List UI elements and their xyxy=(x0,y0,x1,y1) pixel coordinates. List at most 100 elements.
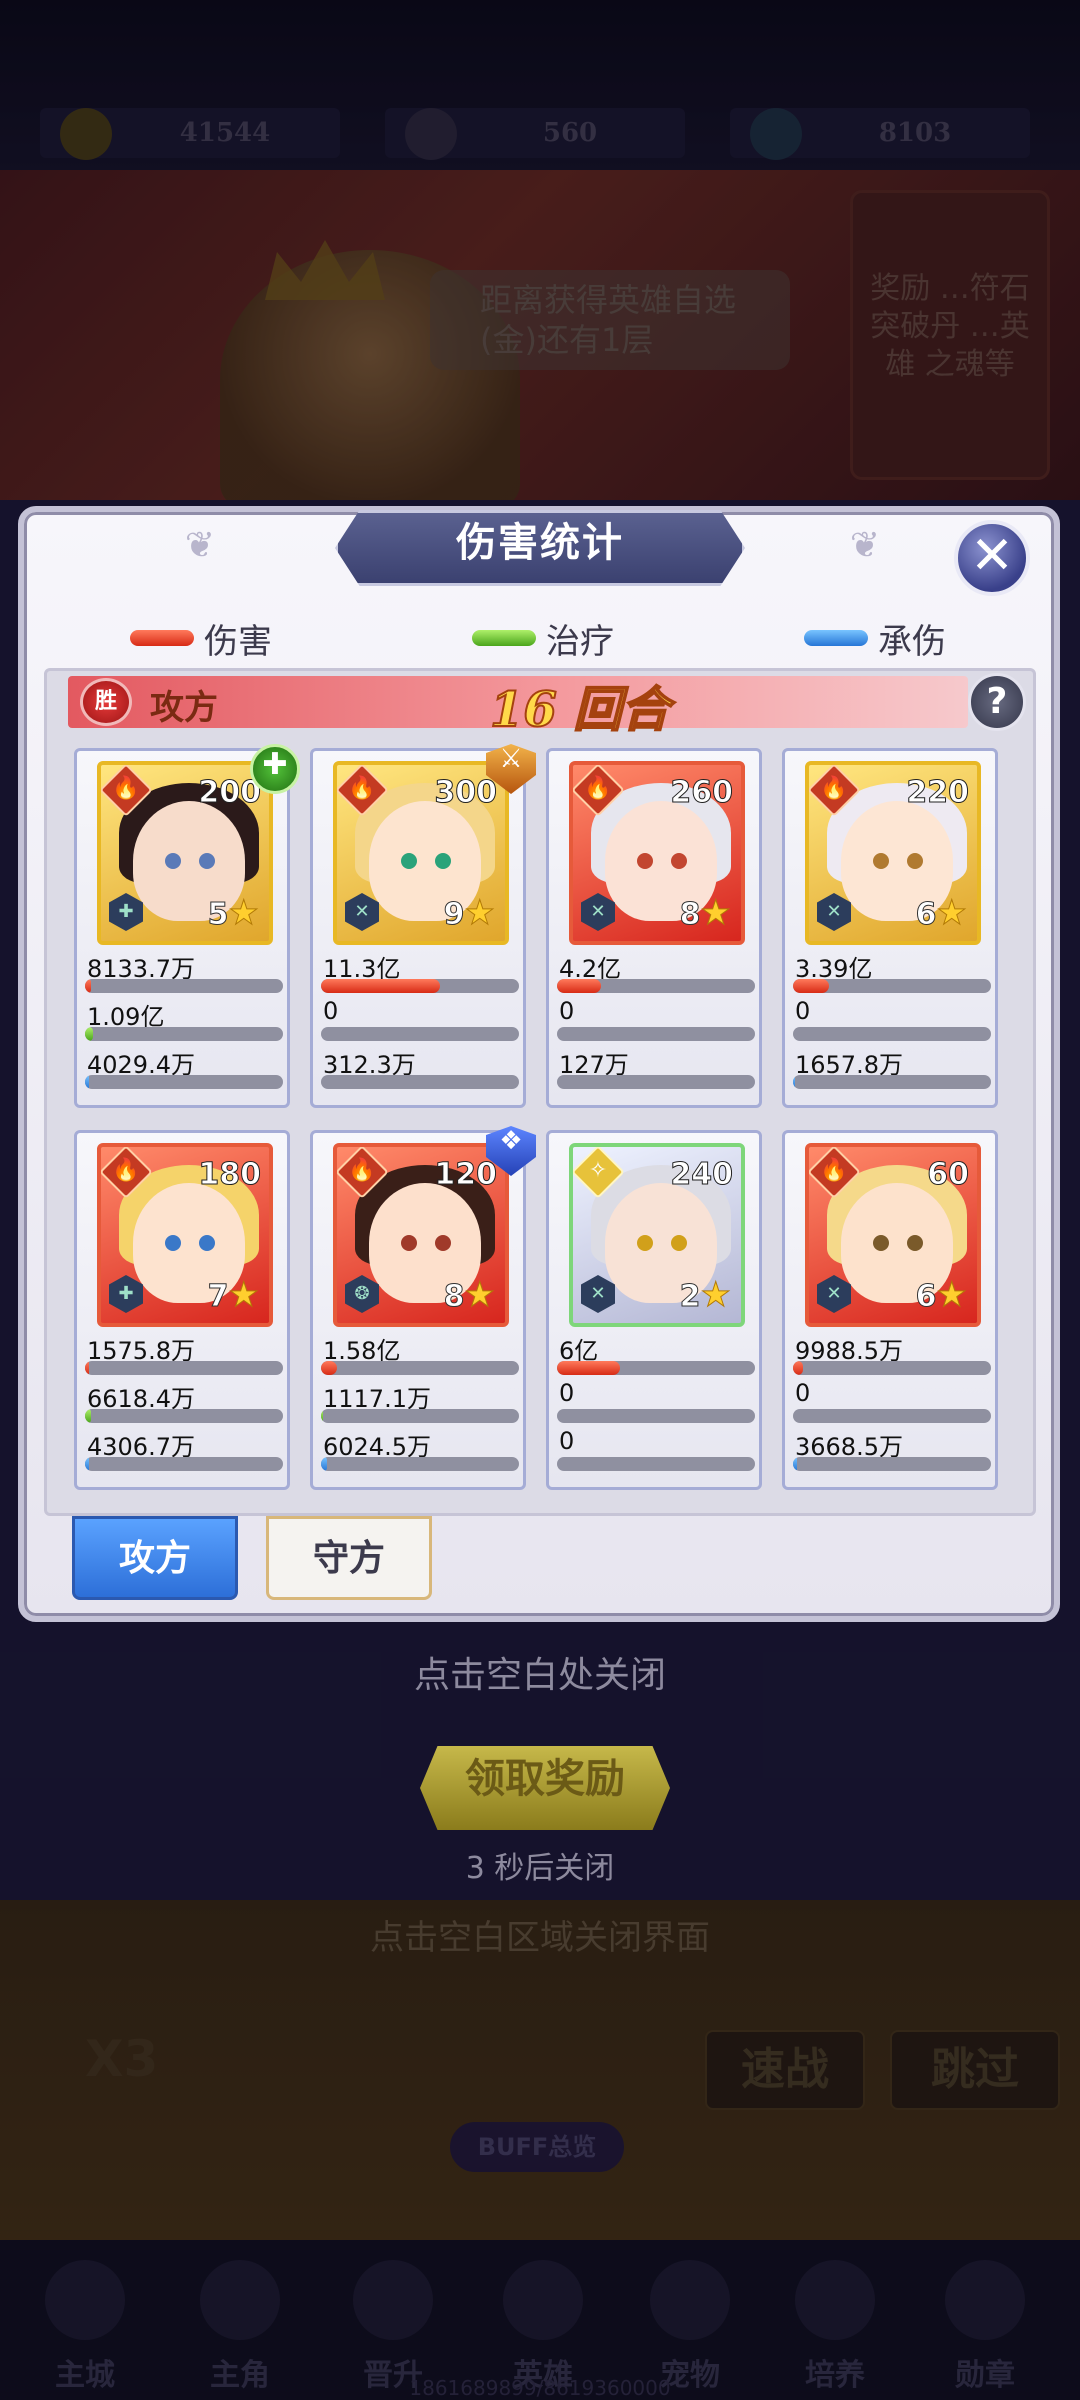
hero-level: 220 xyxy=(906,775,970,811)
tank-value: 0 xyxy=(559,1427,575,1455)
hero-role-icon: ✚ xyxy=(109,893,143,931)
tank-bar-fill xyxy=(321,1457,327,1471)
tank-bar-fill xyxy=(85,1457,89,1471)
hero-eye xyxy=(637,1235,653,1251)
hero-eye xyxy=(637,853,653,869)
hero-eye xyxy=(199,853,215,869)
tank-bar-fill xyxy=(793,1075,795,1089)
hero-card[interactable]: 🔥 300 ✕ 9★ 11.3亿 0 312.3万 xyxy=(310,748,526,1108)
hero-eye xyxy=(401,1235,417,1251)
heal-bar xyxy=(557,1409,755,1423)
hero-role-icon: ✕ xyxy=(581,893,615,931)
team-name: 攻方 xyxy=(150,688,218,728)
damage-bar-fill xyxy=(557,979,601,993)
claim-reward-button[interactable]: 领取奖励 xyxy=(420,1746,670,1830)
star-icon: ★ xyxy=(700,893,732,934)
tank-bar xyxy=(321,1457,519,1471)
element-symbol-icon: 🔥 xyxy=(820,776,848,801)
hero-card[interactable]: 🔥 180 ✚ 7★ 1575.8万 6618.4万 4306.7万 xyxy=(74,1130,290,1490)
tab-defender[interactable]: 守方 xyxy=(266,1516,432,1600)
damage-bar xyxy=(557,979,755,993)
help-button[interactable]: ? xyxy=(968,673,1026,731)
hero-eye xyxy=(165,1235,181,1251)
legend-tank: 承伤 xyxy=(804,615,946,662)
hero-eye xyxy=(907,853,923,869)
hero-eye xyxy=(671,853,687,869)
legend-heal: 治疗 xyxy=(472,615,614,662)
close-hint: 点击空白处关闭 xyxy=(413,1655,666,1696)
hero-card[interactable]: ✧ 240 ✕ 2★ 6亿 0 0 xyxy=(546,1130,762,1490)
hero-stars: 8★ xyxy=(679,893,732,934)
star-count: 2 xyxy=(679,1279,701,1315)
star-count: 7 xyxy=(207,1279,229,1315)
hero-eye xyxy=(907,1235,923,1251)
hero-role-icon: ✕ xyxy=(345,893,379,931)
tank-bar xyxy=(557,1457,755,1471)
hero-eye xyxy=(435,853,451,869)
hero-level: 300 xyxy=(434,775,498,811)
hero-level: 260 xyxy=(670,775,734,811)
star-icon: ★ xyxy=(228,893,260,934)
damage-bar-fill xyxy=(793,1361,803,1375)
hero-level: 200 xyxy=(198,775,262,811)
hero-portrait: 🔥 260 ✕ 8★ xyxy=(569,761,745,945)
star-count: 6 xyxy=(915,1279,937,1315)
heal-value: 0 xyxy=(559,997,575,1025)
close-button[interactable]: ✕ xyxy=(954,520,1030,596)
hero-card[interactable]: 🔥 60 ✕ 6★ 9988.5万 0 3668.5万 xyxy=(782,1130,998,1490)
star-icon: ★ xyxy=(700,1275,732,1316)
damage-bar-fill xyxy=(557,1361,621,1375)
star-icon: ★ xyxy=(936,893,968,934)
victory-badge: 胜 xyxy=(80,678,132,726)
tank-bar xyxy=(793,1075,991,1089)
hero-level: 120 xyxy=(434,1157,498,1193)
legend-damage: 伤害 xyxy=(130,615,272,662)
hero-role-icon: ❂ xyxy=(345,1275,379,1313)
tank-bar xyxy=(85,1075,283,1089)
damage-bar xyxy=(793,1361,991,1375)
star-count: 9 xyxy=(443,897,465,933)
hero-role-icon: ✚ xyxy=(109,1275,143,1313)
heal-swatch xyxy=(472,630,536,646)
hero-card[interactable]: 🔥 260 ✕ 8★ 4.2亿 0 127万 xyxy=(546,748,762,1108)
element-symbol-icon: 🔥 xyxy=(348,1158,376,1183)
damage-bar xyxy=(321,1361,519,1375)
tank-bar-fill xyxy=(85,1075,89,1089)
tank-bar-fill xyxy=(793,1457,797,1471)
hero-stars: 7★ xyxy=(207,1275,259,1316)
hero-portrait: ✧ 240 ✕ 2★ xyxy=(569,1143,745,1327)
damage-bar-fill xyxy=(85,979,91,993)
star-count: 8 xyxy=(443,1279,465,1315)
hero-card[interactable]: 🔥 120 ❂ 8★ 1.58亿 1117.1万 6024.5万 xyxy=(310,1130,526,1490)
tab-attacker[interactable]: 攻方 xyxy=(72,1516,238,1600)
hero-portrait: 🔥 300 ✕ 9★ xyxy=(333,761,509,945)
star-count: 5 xyxy=(207,897,229,933)
hero-portrait: 🔥 200 ✚ 5★ xyxy=(97,761,273,945)
hero-eye xyxy=(199,1235,215,1251)
legend-tank-label: 承伤 xyxy=(878,621,946,662)
heal-bar-fill xyxy=(321,1409,323,1423)
damage-bar xyxy=(557,1361,755,1375)
heal-bar xyxy=(85,1027,283,1041)
heal-bar-fill xyxy=(85,1027,93,1041)
hero-card[interactable]: 🔥 200 ✚ 5★ 8133.7万 1.09亿 4029.4万 xyxy=(74,748,290,1108)
element-symbol-icon: 🔥 xyxy=(348,776,376,801)
round-count: 16 回合 xyxy=(489,681,671,739)
hero-eye xyxy=(435,1235,451,1251)
damage-bar xyxy=(793,979,991,993)
tank-bar xyxy=(793,1457,991,1471)
hero-eye xyxy=(671,1235,687,1251)
auto-close-countdown: 3 秒后关闭 xyxy=(465,1851,615,1886)
ornament-left: ❦ xyxy=(184,525,216,566)
heal-value: 0 xyxy=(795,997,811,1025)
element-symbol-icon: 🔥 xyxy=(820,1158,848,1183)
hero-stars: 6★ xyxy=(915,1275,967,1316)
hero-stars: 5★ xyxy=(207,893,260,934)
legend-damage-label: 伤害 xyxy=(204,621,272,662)
hero-portrait: 🔥 120 ❂ 8★ xyxy=(333,1143,509,1327)
hero-card[interactable]: 🔥 220 ✕ 6★ 3.39亿 0 1657.8万 xyxy=(782,748,998,1108)
star-icon: ★ xyxy=(464,893,496,934)
element-symbol-icon: ✧ xyxy=(588,1158,608,1183)
heal-bar xyxy=(793,1027,991,1041)
heal-value: 0 xyxy=(795,1379,811,1407)
